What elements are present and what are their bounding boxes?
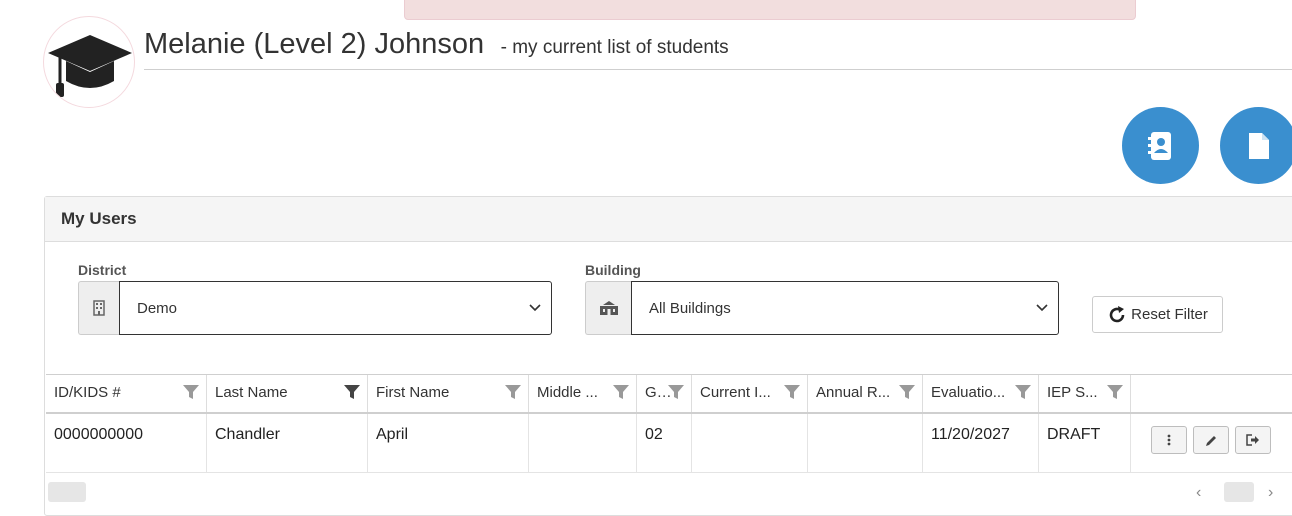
filter-icon[interactable] bbox=[899, 385, 915, 399]
students-grid: ID/KIDS # Last Name First Name Middle ..… bbox=[46, 374, 1292, 473]
filter-icon[interactable] bbox=[1015, 385, 1031, 399]
graduation-cap-icon bbox=[48, 35, 132, 97]
district-label: District bbox=[78, 262, 127, 278]
row-actions bbox=[1131, 414, 1292, 472]
table-row[interactable]: 0000000000 Chandler April 02 11/20/2027 … bbox=[46, 414, 1292, 473]
column-header-last-name[interactable]: Last Name bbox=[207, 375, 368, 412]
cell-grade: 02 bbox=[637, 414, 692, 472]
building-select[interactable]: All Buildings bbox=[631, 281, 1059, 335]
chevron-down-icon bbox=[529, 304, 541, 312]
pager-first-button[interactable] bbox=[48, 482, 86, 502]
column-header-evaluation[interactable]: Evaluatio... bbox=[923, 375, 1039, 412]
panel-title: My Users bbox=[45, 197, 1292, 242]
page-title: Melanie (Level 2) Johnson - my current l… bbox=[144, 28, 729, 61]
filter-icon[interactable] bbox=[784, 385, 800, 399]
filter-icon[interactable] bbox=[344, 385, 360, 399]
chevron-down-icon bbox=[1036, 304, 1048, 312]
building-label: Building bbox=[585, 262, 641, 278]
more-options-button[interactable] bbox=[1151, 426, 1187, 454]
pencil-icon bbox=[1205, 435, 1216, 446]
title-divider bbox=[144, 69, 1292, 70]
file-icon bbox=[1248, 132, 1269, 159]
district-select[interactable]: Demo bbox=[119, 281, 552, 335]
column-header-actions bbox=[1131, 375, 1292, 412]
reset-filter-button[interactable]: Reset Filter bbox=[1092, 296, 1223, 333]
cell-iep-status: DRAFT bbox=[1039, 414, 1131, 472]
building-filter: All Buildings bbox=[585, 281, 1059, 335]
district-value: Demo bbox=[137, 299, 178, 317]
cell-middle-name bbox=[529, 414, 637, 472]
column-header-first-name[interactable]: First Name bbox=[368, 375, 529, 412]
contacts-button[interactable] bbox=[1122, 107, 1199, 184]
user-name: Melanie (Level 2) Johnson bbox=[144, 28, 485, 60]
pager-prev-icon[interactable]: ‹ bbox=[1196, 484, 1201, 502]
refresh-icon bbox=[1109, 305, 1125, 322]
document-button[interactable] bbox=[1220, 107, 1292, 184]
filter-icon[interactable] bbox=[505, 385, 521, 399]
school-icon bbox=[585, 281, 631, 335]
page-subtitle: - my current list of students bbox=[500, 37, 729, 58]
grid-header: ID/KIDS # Last Name First Name Middle ..… bbox=[46, 374, 1292, 414]
filter-icon[interactable] bbox=[183, 385, 199, 399]
pager-current-page[interactable] bbox=[1224, 482, 1254, 502]
exit-button[interactable] bbox=[1235, 426, 1271, 454]
address-book-icon bbox=[1147, 131, 1171, 160]
avatar bbox=[43, 16, 135, 108]
cell-annual-review bbox=[808, 414, 923, 472]
filter-icon[interactable] bbox=[613, 385, 629, 399]
column-header-id[interactable]: ID/KIDS # bbox=[46, 375, 207, 412]
cell-first-name: April bbox=[368, 414, 529, 472]
cell-current-iep bbox=[692, 414, 808, 472]
alert-banner bbox=[404, 0, 1136, 20]
filter-icon[interactable] bbox=[668, 385, 684, 399]
reset-filter-label: Reset Filter bbox=[1131, 306, 1208, 323]
column-header-middle-name[interactable]: Middle ... bbox=[529, 375, 637, 412]
filter-icon[interactable] bbox=[1107, 385, 1123, 399]
pager-next-icon[interactable]: › bbox=[1268, 484, 1273, 502]
vertical-dots-icon bbox=[1167, 434, 1171, 446]
cell-id: 0000000000 bbox=[46, 414, 207, 472]
column-header-iep-status[interactable]: IEP S... bbox=[1039, 375, 1131, 412]
column-header-annual-review[interactable]: Annual R... bbox=[808, 375, 923, 412]
sign-out-icon bbox=[1246, 434, 1259, 446]
edit-button[interactable] bbox=[1193, 426, 1229, 454]
cell-last-name: Chandler bbox=[207, 414, 368, 472]
building-value: All Buildings bbox=[649, 299, 731, 317]
column-header-grade[interactable]: G.. bbox=[637, 375, 692, 412]
column-header-current-iep[interactable]: Current I... bbox=[692, 375, 808, 412]
cell-evaluation: 11/20/2027 bbox=[923, 414, 1039, 472]
district-filter: Demo bbox=[78, 281, 552, 335]
building-icon bbox=[78, 281, 119, 335]
